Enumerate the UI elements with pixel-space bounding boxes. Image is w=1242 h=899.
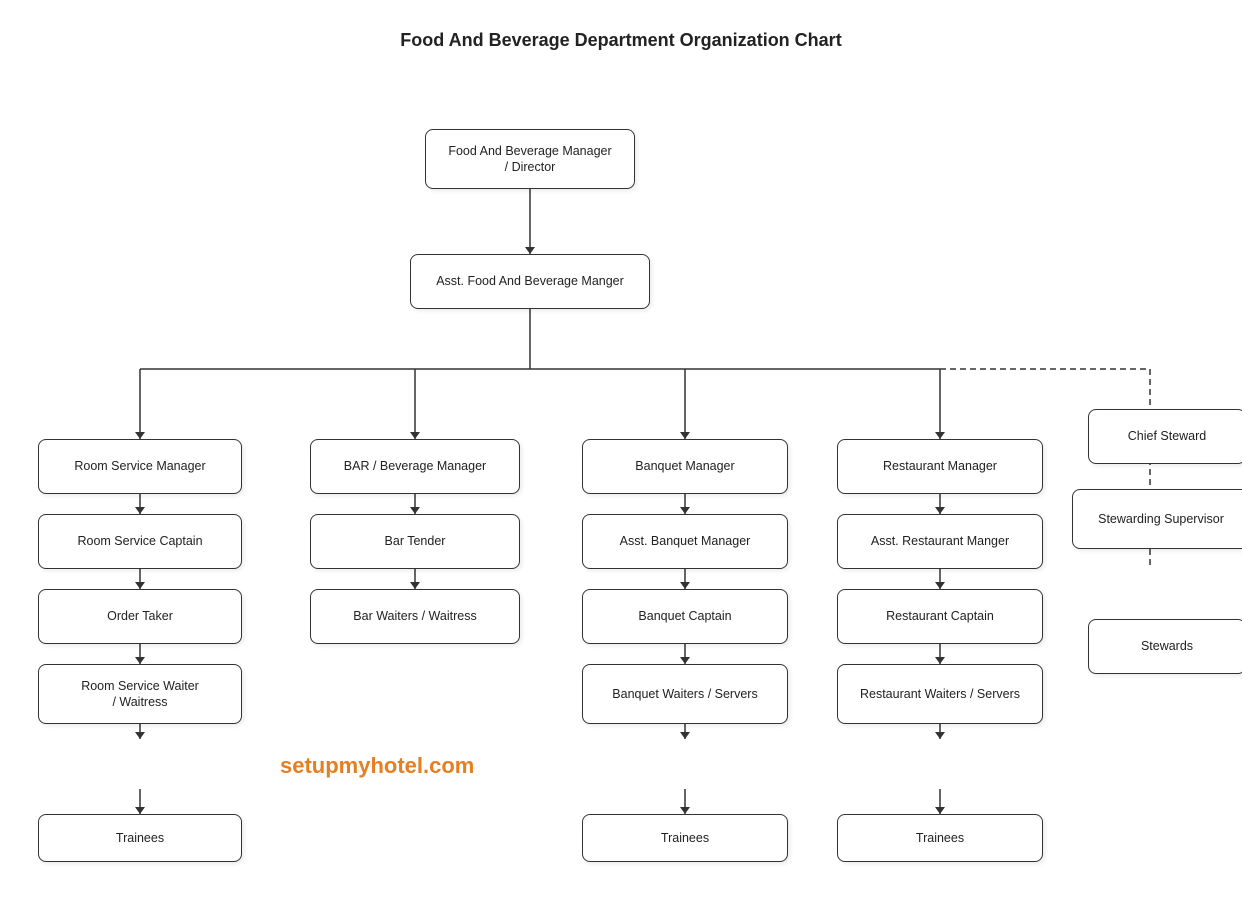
node-trainees-3: Trainees (837, 814, 1043, 862)
chart-title: Food And Beverage Department Organizatio… (20, 30, 1222, 51)
node-room-service-captain: Room Service Captain (38, 514, 242, 569)
node-banquet-waiters: Banquet Waiters / Servers (582, 664, 788, 724)
node-trainees-1: Trainees (38, 814, 242, 862)
node-room-service-mgr: Room Service Manager (38, 439, 242, 494)
node-asst-fb: Asst. Food And Beverage Manger (410, 254, 650, 309)
node-restaurant-captain: Restaurant Captain (837, 589, 1043, 644)
node-bar-mgr: BAR / Beverage Manager (310, 439, 520, 494)
node-order-taker: Order Taker (38, 589, 242, 644)
node-rs-waiter: Room Service Waiter / Waitress (38, 664, 242, 724)
watermark: setupmyhotel.com (280, 753, 474, 779)
org-chart: Food And Beverage Manager / Director Ass… (20, 69, 1222, 879)
node-restaurant-waiters: Restaurant Waiters / Servers (837, 664, 1043, 724)
node-banquet-mgr: Banquet Manager (582, 439, 788, 494)
node-stewards: Stewards (1088, 619, 1242, 674)
page: Food And Beverage Department Organizatio… (0, 0, 1242, 899)
node-asst-restaurant-mgr: Asst. Restaurant Manger (837, 514, 1043, 569)
node-bar-waiters: Bar Waiters / Waitress (310, 589, 520, 644)
node-asst-banquet-mgr: Asst. Banquet Manager (582, 514, 788, 569)
node-stewarding-supervisor: Stewarding Supervisor (1072, 489, 1242, 549)
node-trainees-2: Trainees (582, 814, 788, 862)
node-bar-tender: Bar Tender (310, 514, 520, 569)
node-banquet-captain: Banquet Captain (582, 589, 788, 644)
node-fb-director: Food And Beverage Manager / Director (425, 129, 635, 189)
node-chief-steward: Chief Steward (1088, 409, 1242, 464)
node-restaurant-mgr: Restaurant Manager (837, 439, 1043, 494)
